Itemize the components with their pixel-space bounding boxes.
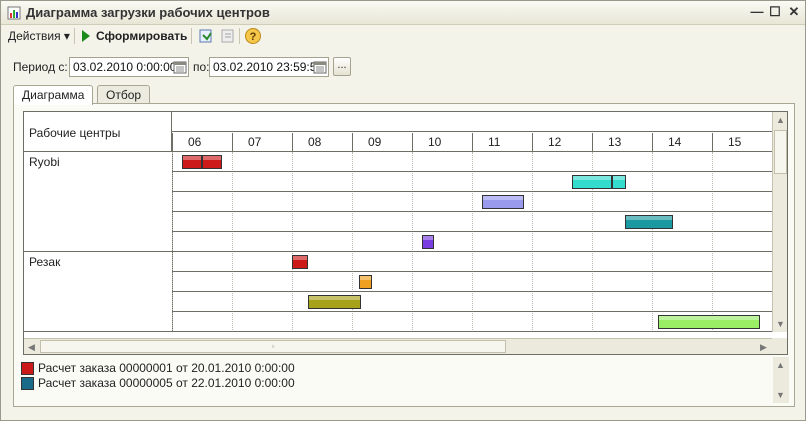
hour-gridline <box>532 152 533 332</box>
hour-label: 09 <box>352 133 412 152</box>
gantt-bar[interactable] <box>572 175 613 189</box>
hour-label: 10 <box>412 133 472 152</box>
play-icon <box>82 30 90 42</box>
horizontal-scroll-thumb[interactable]: ▫ <box>40 340 506 353</box>
chart-app-icon <box>7 6 21 20</box>
gantt-chart: Рабочие центры 06 07 08 09 10 11 12 13 14 15 Ryob… <box>23 111 788 355</box>
hour-gridline <box>712 152 713 332</box>
group-divider <box>24 251 772 252</box>
toolbar-separator <box>191 28 192 44</box>
main-window: Диаграмма загрузки рабочих центров — ☐ ✕… <box>0 0 806 421</box>
row-divider <box>172 311 772 312</box>
period-from-value: 03.02.2010 0:00:00 <box>73 60 177 74</box>
export-icon[interactable] <box>197 27 215 45</box>
svg-text:?: ? <box>250 31 257 43</box>
row-divider <box>172 171 772 172</box>
period-from-label: Период с: <box>13 60 68 74</box>
hour-label: 15 <box>712 133 772 152</box>
hour-label: 14 <box>652 133 712 152</box>
scroll-up-icon[interactable]: ▲ <box>773 112 787 128</box>
maximize-button[interactable]: ☐ <box>767 4 783 20</box>
window-title: Диаграмма загрузки рабочих центров <box>26 5 270 20</box>
scroll-left-icon[interactable]: ◀ <box>24 339 39 354</box>
hour-gridline <box>172 152 173 332</box>
row-divider <box>172 231 772 232</box>
period-row: Период с: 03.02.2010 0:00:00 по: 03.02.2… <box>1 55 805 79</box>
period-to-label: по: <box>193 60 210 74</box>
import-icon[interactable] <box>219 27 237 45</box>
scrollbar-corner <box>772 338 787 354</box>
row-divider <box>172 271 772 272</box>
gantt-bar[interactable] <box>658 315 760 329</box>
legend-swatch <box>21 362 34 375</box>
legend-swatch <box>21 377 34 390</box>
legend-scrollbar[interactable]: ▲ ▼ <box>773 357 789 403</box>
legend-text: Расчет заказа 00000001 от 20.01.2010 0:0… <box>38 361 295 375</box>
period-from-field[interactable]: 03.02.2010 0:00:00 <box>69 57 189 77</box>
work-centers-header: Рабочие центры <box>24 112 172 152</box>
hour-label: 11 <box>472 133 532 152</box>
close-button[interactable]: ✕ <box>786 4 802 20</box>
hour-label: 08 <box>292 133 352 152</box>
gantt-bar[interactable] <box>625 215 673 229</box>
row-divider <box>172 291 772 292</box>
run-button-label: Сформировать <box>96 29 188 43</box>
tab-diagram[interactable]: Диаграмма <box>13 85 94 105</box>
scroll-down-icon[interactable]: ▼ <box>773 316 787 332</box>
tab-filter[interactable]: Отбор <box>97 85 151 104</box>
period-to-value: 03.02.2010 23:59:59 <box>213 60 324 74</box>
row-divider <box>172 211 772 212</box>
toolbar-separator <box>74 28 75 44</box>
hour-gridline <box>652 152 653 332</box>
row-divider <box>172 191 772 192</box>
legend-scroll-up-icon[interactable]: ▲ <box>773 357 788 373</box>
period-to-field[interactable]: 03.02.2010 23:59:59 <box>209 57 329 77</box>
hour-gridline <box>472 152 473 332</box>
legend-scroll-down-icon[interactable]: ▼ <box>773 387 788 403</box>
work-center-label: Резак <box>29 255 61 269</box>
gantt-bar[interactable] <box>482 195 525 209</box>
hour-label: 06 <box>172 133 232 152</box>
horizontal-scrollbar[interactable]: ◀ ▫ ▶ <box>24 338 772 354</box>
hour-label: 12 <box>532 133 592 152</box>
period-select-button[interactable]: ... <box>333 57 351 76</box>
gantt-rows: Ryobi Резак <box>24 152 772 332</box>
scroll-right-icon[interactable]: ▶ <box>756 339 771 354</box>
vertical-scrollbar[interactable]: ▲ ▼ <box>772 112 787 332</box>
toolbar: Действия ▾ Сформировать ? <box>1 25 805 47</box>
calendar-icon[interactable] <box>313 60 327 74</box>
hour-label: 13 <box>592 133 652 152</box>
minimize-button[interactable]: — <box>749 4 765 20</box>
gantt-bar[interactable] <box>202 155 223 169</box>
gantt-bar[interactable] <box>308 295 361 309</box>
gantt-bar[interactable] <box>422 235 435 249</box>
title-bar: Диаграмма загрузки рабочих центров — ☐ ✕ <box>1 1 805 25</box>
toolbar-separator <box>239 28 240 44</box>
hour-gridline <box>292 152 293 332</box>
hours-header: 06 07 08 09 10 11 12 13 14 15 <box>172 112 772 152</box>
gantt-bar[interactable] <box>182 155 202 169</box>
group-divider <box>24 331 772 332</box>
hour-label: 07 <box>232 133 292 152</box>
calendar-icon[interactable] <box>173 60 187 74</box>
gantt-bar[interactable] <box>292 255 309 269</box>
actions-menu[interactable]: Действия ▾ <box>8 29 70 43</box>
work-center-label: Ryobi <box>29 155 60 169</box>
legend: Расчет заказа 00000001 от 20.01.2010 0:0… <box>19 359 771 401</box>
help-icon[interactable]: ? <box>244 27 262 45</box>
hour-gridline <box>412 152 413 332</box>
vertical-scroll-thumb[interactable] <box>774 130 787 174</box>
hour-gridline <box>232 152 233 332</box>
gantt-bar[interactable] <box>612 175 627 189</box>
gantt-bar[interactable] <box>359 275 373 289</box>
legend-text: Расчет заказа 00000005 от 22.01.2010 0:0… <box>38 376 295 390</box>
hours-header-top <box>172 112 772 132</box>
